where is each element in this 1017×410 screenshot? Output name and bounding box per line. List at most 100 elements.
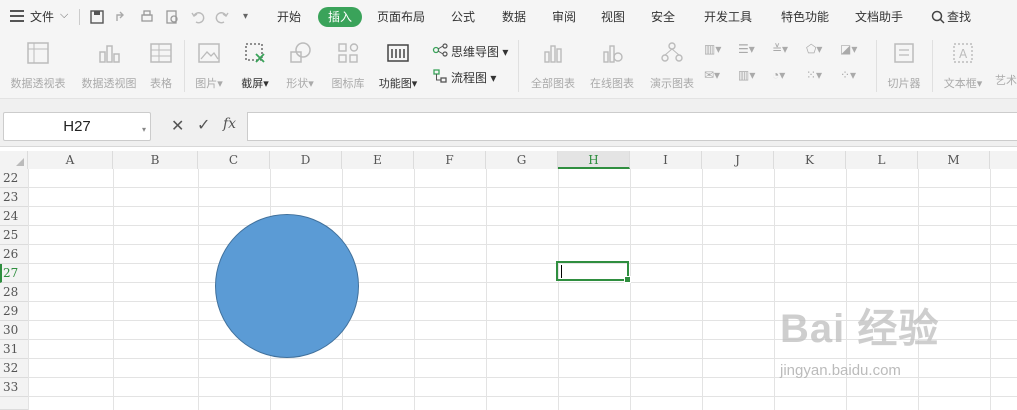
- print-preview-icon[interactable]: [164, 9, 180, 25]
- area-chart-icon[interactable]: ◪▾: [840, 42, 857, 56]
- all-charts-button[interactable]: 全部图表: [528, 40, 578, 91]
- combo-chart-icon[interactable]: ▥▾: [738, 68, 755, 82]
- icon-library-button[interactable]: 图标库: [328, 40, 368, 91]
- tab-page-layout[interactable]: 页面布局: [377, 9, 425, 25]
- flowchart-button[interactable]: 流程图 ▾: [451, 69, 496, 86]
- tab-formulas[interactable]: 公式: [451, 9, 475, 25]
- text-cursor: [561, 265, 562, 278]
- search-button[interactable]: 查找: [947, 9, 971, 25]
- gridline: [28, 206, 1017, 207]
- column-header-M[interactable]: M: [918, 151, 990, 169]
- confirm-formula-icon[interactable]: ✓: [197, 115, 210, 135]
- textbox-button[interactable]: A 文本框▾: [940, 40, 986, 91]
- formula-input[interactable]: [247, 112, 1017, 141]
- row-header-28[interactable]: 28: [0, 283, 28, 302]
- row-header-26[interactable]: 26: [0, 245, 28, 264]
- textbox-label: 文本框▾: [943, 78, 983, 90]
- select-all-corner[interactable]: [0, 151, 28, 169]
- row-header-22[interactable]: 22: [0, 169, 28, 188]
- circle-shape[interactable]: [215, 214, 359, 358]
- function-chart-button[interactable]: 功能图▾: [374, 40, 422, 91]
- pivot-table-icon: [27, 42, 49, 64]
- picture-button[interactable]: 图片▾: [192, 40, 226, 91]
- bar-chart-icon[interactable]: ☰▾: [738, 42, 755, 56]
- column-header-A[interactable]: A: [28, 151, 113, 169]
- column-header-I[interactable]: I: [630, 151, 702, 169]
- column-header-J[interactable]: J: [702, 151, 774, 169]
- pivot-chart-button[interactable]: 数据透视图: [78, 40, 140, 91]
- column-header-F[interactable]: F: [414, 151, 486, 169]
- search-icon[interactable]: [931, 10, 945, 24]
- mind-map-button[interactable]: 思维导图 ▾: [451, 43, 508, 60]
- row-header-27[interactable]: 27: [0, 264, 28, 283]
- hamburger-icon[interactable]: [10, 10, 24, 22]
- gridline: [28, 320, 1017, 321]
- column-header-C[interactable]: C: [198, 151, 270, 169]
- redo-icon[interactable]: [214, 9, 230, 25]
- icon-library-label: 图标库: [331, 78, 365, 90]
- column-header-G[interactable]: G: [486, 151, 558, 169]
- row-header-32[interactable]: 32: [0, 359, 28, 378]
- shapes-button[interactable]: 形状▾: [282, 40, 318, 91]
- file-menu[interactable]: 文件: [30, 9, 54, 25]
- column-header-N[interactable]: [990, 151, 1017, 169]
- column-header-B[interactable]: B: [113, 151, 198, 169]
- line-chart-icon[interactable]: ≚▾: [772, 42, 788, 56]
- row-header-24[interactable]: 24: [0, 207, 28, 226]
- save-icon[interactable]: [89, 9, 105, 25]
- cancel-formula-icon[interactable]: ✕: [171, 116, 184, 136]
- gridline: [28, 225, 1017, 226]
- column-header-E[interactable]: E: [342, 151, 414, 169]
- row-header-34[interactable]: [0, 397, 28, 410]
- flowchart-icon[interactable]: [432, 68, 448, 84]
- column-header-L[interactable]: L: [846, 151, 918, 169]
- textbox-icon: A: [953, 43, 973, 63]
- online-charts-button[interactable]: 在线图表: [586, 40, 638, 91]
- pie-chart-icon[interactable]: ◔▾: [772, 68, 785, 82]
- other-chart-icon[interactable]: ⁘▾: [840, 68, 856, 82]
- tab-home[interactable]: 开始: [277, 9, 301, 25]
- tab-security[interactable]: 安全: [651, 9, 675, 25]
- screenshot-button[interactable]: 截屏▾: [235, 40, 275, 91]
- name-box-dropdown-icon[interactable]: ▾: [142, 125, 146, 134]
- column-header-H[interactable]: H: [558, 151, 630, 169]
- tab-developer[interactable]: 开发工具: [704, 9, 752, 25]
- name-box[interactable]: H27: [3, 112, 151, 141]
- stock-chart-icon[interactable]: ✉▾: [704, 68, 720, 82]
- tab-review[interactable]: 审阅: [552, 9, 576, 25]
- row-header-25[interactable]: 25: [0, 226, 28, 245]
- row-header-30[interactable]: 30: [0, 321, 28, 340]
- tab-doc-assistant[interactable]: 文档助手: [855, 9, 903, 25]
- radar-chart-icon[interactable]: ⬠▾: [806, 42, 822, 56]
- pivot-table-button[interactable]: 数据透视表: [8, 40, 68, 91]
- quick-access-dropdown-icon[interactable]: ▾: [243, 9, 248, 25]
- print-icon[interactable]: [139, 9, 155, 25]
- fill-handle[interactable]: [624, 276, 631, 283]
- tab-data[interactable]: 数据: [502, 9, 526, 25]
- mind-map-icon[interactable]: [432, 42, 448, 58]
- tab-special-features[interactable]: 特色功能: [781, 9, 829, 25]
- demo-charts-button[interactable]: 演示图表: [646, 40, 698, 91]
- column-header-K[interactable]: K: [774, 151, 846, 169]
- column-chart-icon[interactable]: ▥▾: [704, 42, 721, 56]
- insert-function-button[interactable]: fx: [223, 116, 236, 132]
- slicer-button[interactable]: 切片器: [884, 40, 924, 91]
- row-header-31[interactable]: 31: [0, 340, 28, 359]
- tab-view[interactable]: 视图: [601, 9, 625, 25]
- row-header-33[interactable]: 33: [0, 378, 28, 397]
- table-button[interactable]: 表格: [146, 40, 176, 91]
- column-header-D[interactable]: D: [270, 151, 342, 169]
- undo-icon[interactable]: [190, 9, 206, 25]
- all-charts-icon: [544, 45, 562, 63]
- chevron-down-icon[interactable]: ⌵: [60, 7, 68, 23]
- share-icon[interactable]: [114, 9, 130, 25]
- row-header-23[interactable]: 23: [0, 188, 28, 207]
- divider: [79, 9, 80, 25]
- ribbon-divider: [932, 40, 933, 92]
- art-text-button[interactable]: 艺术: [995, 40, 1017, 88]
- selected-cell-h27[interactable]: [556, 261, 631, 283]
- tab-insert[interactable]: 插入: [318, 7, 362, 27]
- scatter-chart-icon[interactable]: ⁙▾: [806, 68, 822, 82]
- row-header-29[interactable]: 29: [0, 302, 28, 321]
- menu-bar: 文件 ⌵ ▾ 开始 插入 页面布局 公式 数据 审阅 视图 安全 开发工具 特色…: [0, 0, 1017, 34]
